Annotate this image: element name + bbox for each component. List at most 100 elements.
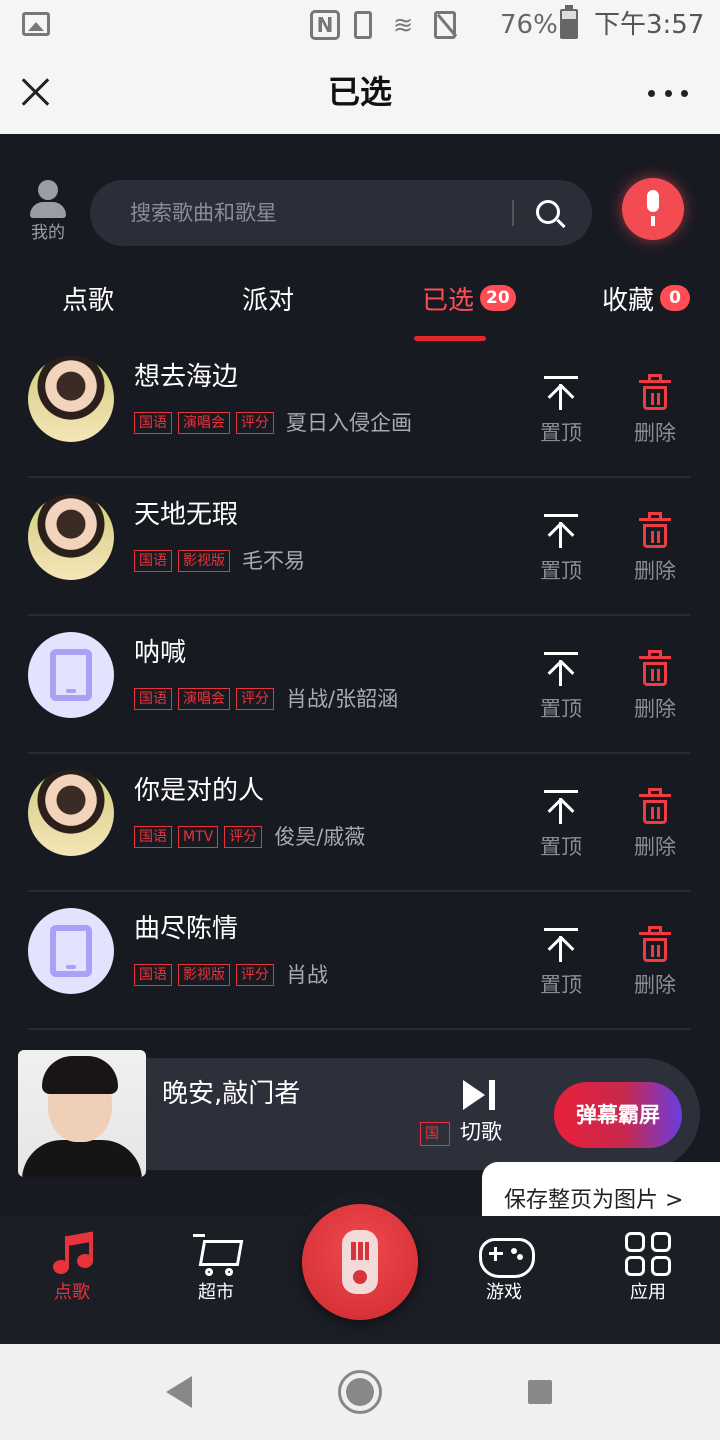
delete-label: 删除 <box>634 697 676 721</box>
clock: 下午3:57 <box>594 10 705 40</box>
delete-label: 删除 <box>634 973 676 997</box>
pin-label: 置顶 <box>540 697 582 721</box>
wifi-icon: ≋ <box>392 11 414 39</box>
song-row[interactable]: 天地无瑕 国语 影视版 毛不易 置顶 删除 <box>28 478 690 616</box>
trash-icon <box>639 650 671 686</box>
more-options-icon[interactable] <box>648 90 688 98</box>
recent-apps-icon[interactable] <box>528 1380 552 1404</box>
pin-to-top-button[interactable]: 置顶 <box>528 650 594 724</box>
now-playing-language-tag: 国语 <box>420 1122 450 1146</box>
delete-label: 删除 <box>634 421 676 445</box>
gamepad-icon <box>479 1230 535 1278</box>
pin-top-icon <box>543 650 579 686</box>
page-title: 已选 <box>327 73 392 111</box>
song-row[interactable]: 你是对的人 国语 MTV 评分 俊昊/戚薇 置顶 删除 <box>28 754 690 892</box>
trash-icon <box>639 512 671 548</box>
nav-label: 应用 <box>630 1282 666 1303</box>
nav-label: 超市 <box>198 1282 234 1303</box>
pin-to-top-button[interactable]: 置顶 <box>528 512 594 586</box>
song-title: 天地无瑕 <box>134 500 239 530</box>
delete-label: 删除 <box>634 835 676 859</box>
tab-party[interactable]: 派对 <box>242 270 294 332</box>
song-title: 想去海边 <box>134 362 239 392</box>
singer-name: 肖战/张韶涵 <box>286 687 399 711</box>
battery-icon <box>560 5 578 39</box>
search-input[interactable]: 搜索歌曲和歌星 <box>90 180 592 246</box>
song-avatar <box>28 494 114 580</box>
next-song-button[interactable]: 切歌 <box>454 1078 508 1148</box>
voice-search-button[interactable] <box>622 178 684 240</box>
delete-button[interactable]: 删除 <box>622 650 688 724</box>
singer-name: 夏日入侵企画 <box>286 411 412 435</box>
tab-bar: 点歌 派对 已选 20 收藏 0 <box>0 270 720 341</box>
nav-song-request[interactable]: 点歌 <box>22 1230 122 1306</box>
score-tag: 评分 <box>236 964 274 986</box>
version-tag: 演唱会 <box>178 412 230 434</box>
remote-control-button[interactable] <box>302 1204 418 1320</box>
nav-shop[interactable]: 超市 <box>166 1230 266 1306</box>
trash-icon <box>639 788 671 824</box>
nav-apps[interactable]: 应用 <box>598 1230 698 1306</box>
language-tag: 国语 <box>134 964 172 986</box>
pin-top-icon <box>543 374 579 410</box>
tab-favorites[interactable]: 收藏 0 <box>602 270 691 332</box>
no-sim-icon <box>434 11 456 39</box>
trash-icon <box>639 374 671 410</box>
pin-label: 置顶 <box>540 835 582 859</box>
pin-to-top-button[interactable]: 置顶 <box>528 926 594 1000</box>
remote-control-icon <box>342 1230 378 1294</box>
singer-name: 肖战 <box>286 963 328 987</box>
user-icon <box>30 180 66 218</box>
favorites-count-badge: 0 <box>660 284 691 311</box>
tablet-icon <box>50 649 92 701</box>
battery-percent: 76% <box>500 10 558 40</box>
pin-to-top-button[interactable]: 置顶 <box>528 374 594 448</box>
language-tag: 国语 <box>134 550 172 572</box>
version-tag: MTV <box>178 826 219 848</box>
score-tag: 评分 <box>236 412 274 434</box>
delete-button[interactable]: 删除 <box>622 512 688 586</box>
back-icon[interactable] <box>166 1376 192 1408</box>
danmu-button[interactable]: 弹幕霸屏 <box>554 1082 682 1148</box>
song-row[interactable]: 呐喊 国语 演唱会 评分 肖战/张韶涵 置顶 删除 <box>28 616 690 754</box>
system-navigation-bar <box>0 1344 720 1440</box>
language-tag: 国语 <box>134 412 172 434</box>
tab-selected[interactable]: 已选 20 <box>422 270 516 332</box>
status-bar: N ≋ 76% 下午3:57 <box>0 0 720 50</box>
tablet-icon <box>50 925 92 977</box>
language-tag: 国语 <box>134 826 172 848</box>
selected-song-list: 想去海边 国语 演唱会 评分 夏日入侵企画 置顶 删除 天地无瑕 国语 影视版 … <box>0 340 720 1030</box>
song-avatar <box>28 770 114 856</box>
song-avatar <box>28 632 114 718</box>
next-song-label: 切歌 <box>460 1120 502 1144</box>
delete-button[interactable]: 删除 <box>622 374 688 448</box>
song-row[interactable]: 想去海边 国语 演唱会 评分 夏日入侵企画 置顶 删除 <box>28 340 690 478</box>
version-tag: 影视版 <box>178 550 230 572</box>
home-icon[interactable] <box>338 1370 382 1414</box>
nav-label: 点歌 <box>54 1282 90 1303</box>
music-note-icon <box>47 1230 97 1278</box>
tab-song-request[interactable]: 点歌 <box>62 270 114 332</box>
pin-label: 置顶 <box>540 973 582 997</box>
nav-games[interactable]: 游戏 <box>454 1230 554 1306</box>
delete-button[interactable]: 删除 <box>622 926 688 1000</box>
now-playing-title: 晚安,敲门者 <box>162 1079 301 1109</box>
now-playing-cover[interactable] <box>18 1050 146 1177</box>
song-row[interactable]: 曲尽陈情 国语 影视版 评分 肖战 置顶 删除 <box>28 892 690 1030</box>
delete-button[interactable]: 删除 <box>622 788 688 862</box>
mine-button[interactable]: 我的 <box>24 180 72 246</box>
song-avatar <box>28 356 114 442</box>
title-bar: 已选 <box>0 50 720 134</box>
version-tag: 演唱会 <box>178 688 230 710</box>
search-icon[interactable] <box>536 200 560 224</box>
apps-icon <box>623 1230 673 1278</box>
cart-icon <box>191 1230 241 1278</box>
song-title: 呐喊 <box>134 638 187 668</box>
search-placeholder: 搜索歌曲和歌星 <box>130 201 277 225</box>
search-divider <box>512 200 514 226</box>
singer-name: 毛不易 <box>242 549 305 573</box>
pin-to-top-button[interactable]: 置顶 <box>528 788 594 862</box>
microphone-icon <box>642 190 664 228</box>
close-icon[interactable] <box>20 76 52 108</box>
pin-label: 置顶 <box>540 559 582 583</box>
